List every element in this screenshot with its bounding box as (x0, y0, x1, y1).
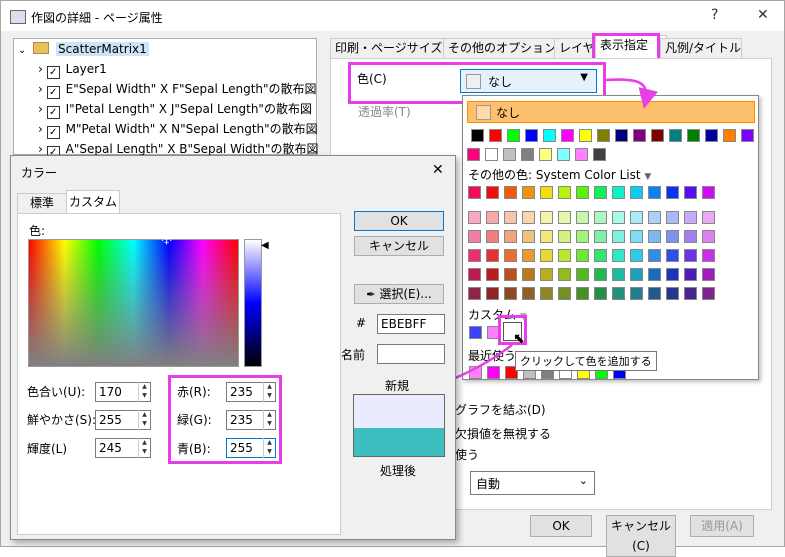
dialog-close-button[interactable]: ✕ (432, 162, 444, 178)
eyedropper-icon: ✒ (366, 288, 376, 301)
hue-spinner[interactable]: ▲ ▼ (138, 382, 150, 402)
luminance-label: 輝度(L) (27, 442, 68, 456)
tab-custom[interactable]: カスタム (66, 190, 120, 214)
name-label: 名前 (341, 348, 366, 362)
color-spectrum[interactable] (28, 239, 239, 367)
pick-color-label: 選択(E)... (379, 287, 432, 301)
saturation-spinner[interactable]: ▲ ▼ (138, 410, 150, 430)
current-label: 処理後 (380, 464, 417, 478)
luminance-slider[interactable] (244, 239, 262, 367)
hue-label: 色合い(U): (27, 385, 86, 399)
highlight-rgb (168, 375, 282, 464)
current-color-preview (353, 428, 445, 457)
new-color-preview (353, 394, 445, 429)
saturation-label: 鮮やかさ(S): (27, 413, 97, 427)
tab-standard[interactable]: 標準 (17, 193, 67, 214)
hex-input[interactable]: EBEBFF (377, 314, 445, 334)
tab-standard-label: 標準 (29, 196, 54, 210)
hash-label: # (356, 316, 367, 330)
tab-custom-label: カスタム (68, 195, 117, 209)
dialog-cancel-button[interactable]: キャンセル (354, 236, 444, 256)
name-input[interactable] (377, 344, 445, 364)
new-label: 新規 (385, 379, 410, 393)
luminance-spinner[interactable]: ▲ ▼ (138, 438, 150, 458)
crosshair-icon: ·‡· (161, 236, 173, 247)
arrow-to-popup (605, 78, 659, 109)
spectrum-label: 色: (29, 224, 46, 238)
color-dialog: カラー ✕ 標準 カスタム 色: ·‡· ◀ 色合い(U): 170 ▲ ▼ 鮮や… (10, 155, 456, 540)
color-dialog-title: カラー (21, 166, 58, 180)
dialog-ok-button[interactable]: OK (354, 211, 444, 231)
luminance-pointer-icon[interactable]: ◀ (261, 240, 269, 251)
pick-color-button[interactable]: ✒ 選択(E)... (354, 284, 444, 304)
